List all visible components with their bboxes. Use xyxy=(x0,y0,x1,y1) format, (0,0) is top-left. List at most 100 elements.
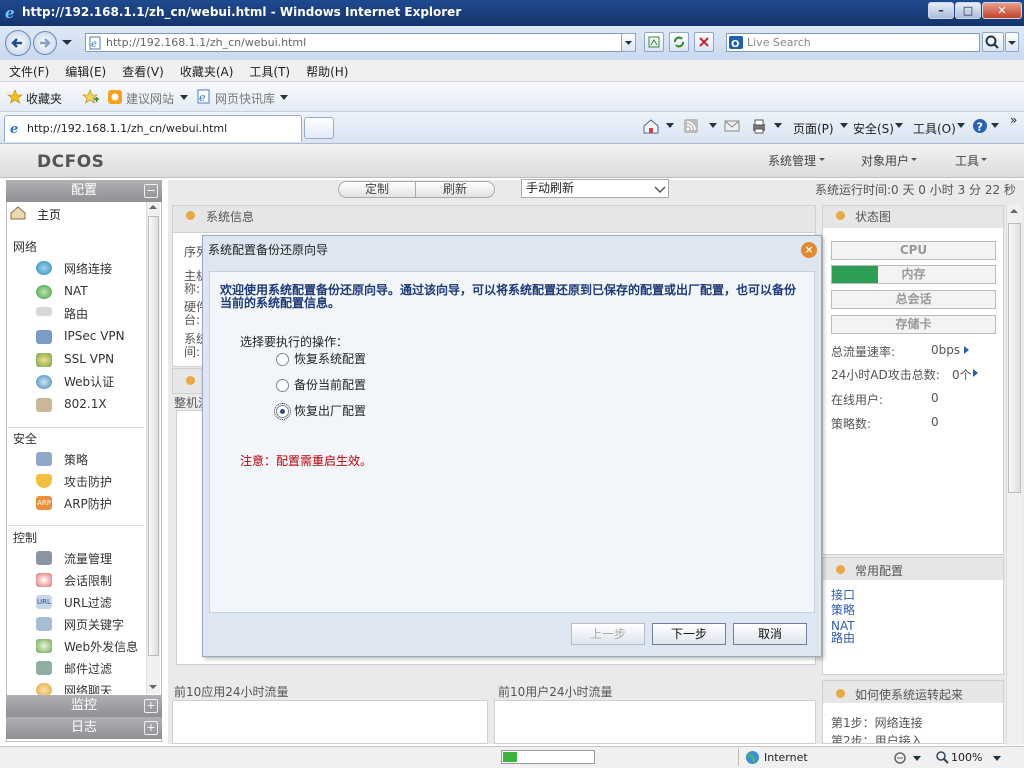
read-mail-icon[interactable] xyxy=(724,119,740,133)
sidebar-item-url-filter[interactable]: URL过滤 xyxy=(64,594,112,611)
chevron-down-icon[interactable] xyxy=(993,756,1001,762)
scroll-thumb[interactable] xyxy=(1008,223,1021,493)
chevron-down-icon[interactable] xyxy=(180,95,188,101)
maximize-button[interactable]: □ xyxy=(955,2,981,19)
scroll-up-icon[interactable] xyxy=(147,202,159,212)
sidebar-item-network-connection[interactable]: 网络连接 xyxy=(64,260,112,277)
chevron-down-icon[interactable] xyxy=(280,95,288,101)
menu-view[interactable]: 查看(V) xyxy=(113,60,171,80)
help-icon[interactable]: ? xyxy=(972,118,988,134)
chevron-down-icon[interactable] xyxy=(957,123,965,129)
chevron-down-icon[interactable] xyxy=(991,123,999,129)
customize-button[interactable]: 定制 xyxy=(338,181,416,198)
refresh-page-button[interactable]: 刷新 xyxy=(415,181,495,198)
search-options-button[interactable] xyxy=(1005,32,1019,52)
chevron-down-icon[interactable] xyxy=(774,123,782,129)
sidebar-item-ssl-vpn[interactable]: SSL VPN xyxy=(64,352,114,366)
sidebar-header-config[interactable]: 配置 − xyxy=(6,180,162,202)
howto-step-1[interactable]: 第1步：网络连接 xyxy=(831,714,923,731)
compatibility-button[interactable] xyxy=(644,32,664,52)
sidebar-item-network-chat[interactable]: 网络聊天 xyxy=(64,682,112,694)
favorites-button[interactable]: 收藏夹 xyxy=(26,90,62,107)
sidebar-item-web-outbound-info[interactable]: Web外发信息 xyxy=(64,638,138,655)
sidebar-item-traffic-management[interactable]: 流量管理 xyxy=(64,550,112,567)
page-scrollbar[interactable] xyxy=(1006,205,1022,745)
chevron-down-icon[interactable] xyxy=(709,123,717,129)
refresh-mode-select[interactable]: 手动刷新 xyxy=(521,179,669,198)
chevron-down-icon[interactable] xyxy=(895,123,903,129)
expand-icon[interactable]: + xyxy=(144,721,158,735)
search-button[interactable] xyxy=(982,32,1004,52)
sidebar-item-policy[interactable]: 策略 xyxy=(64,451,88,468)
page-menu-button[interactable]: 页面(P) xyxy=(793,120,834,137)
radio-restore-config[interactable] xyxy=(276,353,289,366)
menu-tools[interactable]: 工具 xyxy=(955,152,979,169)
refresh-button[interactable] xyxy=(669,32,689,52)
arrow-right-icon[interactable] xyxy=(973,369,979,377)
sidebar-item-home[interactable]: 主页 xyxy=(37,206,61,223)
sidebar-item-mail-filter[interactable]: 邮件过滤 xyxy=(64,660,112,677)
menu-object-users[interactable]: 对象用户 xyxy=(861,152,909,169)
menu-tools[interactable]: 工具(T) xyxy=(240,60,297,80)
close-window-button[interactable]: ✕ xyxy=(982,2,1022,19)
menu-system-management[interactable]: 系统管理 xyxy=(768,152,816,169)
scroll-up-icon[interactable] xyxy=(1007,205,1021,217)
sidebar-item-802-1x[interactable]: 802.1X xyxy=(64,397,107,411)
chevron-down-icon[interactable] xyxy=(652,181,668,197)
history-dropdown-icon[interactable] xyxy=(61,38,73,48)
dialog-close-button[interactable]: × xyxy=(801,242,817,258)
web-slice-gallery-link[interactable]: 网页快讯库 xyxy=(215,90,275,107)
option-backup-config-label[interactable]: 备份当前配置 xyxy=(294,376,366,393)
next-step-button[interactable]: 下一步 xyxy=(652,623,726,645)
sidebar-item-nat[interactable]: NAT xyxy=(64,284,88,298)
menu-favorites[interactable]: 收藏夹(A) xyxy=(171,60,241,80)
home-icon[interactable] xyxy=(642,117,660,135)
zoom-level[interactable]: 100% xyxy=(951,751,982,764)
print-icon[interactable] xyxy=(750,117,768,135)
zoom-icon[interactable] xyxy=(935,750,950,765)
scroll-thumb[interactable] xyxy=(148,216,159,656)
address-input[interactable]: http://192.168.1.1/zh_cn/webui.html xyxy=(85,33,636,52)
sidebar-scrollbar[interactable] xyxy=(146,202,160,694)
back-button[interactable] xyxy=(5,30,31,56)
sidebar-header-log[interactable]: 日志 + xyxy=(6,717,162,739)
chevron-down-icon[interactable] xyxy=(666,123,674,129)
new-tab-button[interactable] xyxy=(304,117,334,139)
sidebar-item-attack-protection[interactable]: 攻击防护 xyxy=(64,473,112,490)
search-input[interactable]: Live Search xyxy=(726,33,980,52)
address-dropdown-button[interactable] xyxy=(621,33,636,52)
menu-edit[interactable]: 编辑(E) xyxy=(56,60,113,80)
menu-help[interactable]: 帮助(H) xyxy=(297,60,355,80)
tools-menu-button[interactable]: 工具(O) xyxy=(913,120,956,137)
collapse-icon[interactable]: − xyxy=(144,184,158,198)
chevron-down-icon[interactable] xyxy=(840,123,848,129)
scroll-down-icon[interactable] xyxy=(147,682,159,692)
add-favorite-icon[interactable] xyxy=(82,89,100,105)
sidebar-item-arp-protection[interactable]: ARP防护 xyxy=(64,495,112,512)
sidebar-item-session-limit[interactable]: 会话限制 xyxy=(64,572,112,589)
safety-menu-button[interactable]: 安全(S) xyxy=(853,120,894,137)
protected-mode-icon[interactable] xyxy=(892,750,908,765)
suggested-sites-link[interactable]: 建议网站 xyxy=(126,90,174,107)
sidebar-item-ipsec-vpn[interactable]: IPSec VPN xyxy=(64,329,125,343)
sidebar-item-web-auth[interactable]: Web认证 xyxy=(64,373,114,390)
radio-factory-reset[interactable] xyxy=(274,403,291,420)
menu-file[interactable]: 文件(F) xyxy=(0,60,56,80)
minimize-button[interactable]: – xyxy=(928,2,954,19)
sidebar-header-monitor[interactable]: 监控 + xyxy=(6,695,162,717)
more-commands-button[interactable]: » xyxy=(1010,113,1017,127)
prev-step-button[interactable]: 上一步 xyxy=(571,623,645,645)
radio-backup-config[interactable] xyxy=(276,379,289,392)
option-restore-config-label[interactable]: 恢复系统配置 xyxy=(294,350,366,367)
sidebar-item-route[interactable]: 路由 xyxy=(64,305,88,322)
expand-icon[interactable]: + xyxy=(144,699,158,713)
link-policy[interactable]: 策略 xyxy=(831,604,855,617)
forward-button[interactable] xyxy=(33,31,57,55)
stop-button[interactable] xyxy=(694,32,714,52)
arrow-right-icon[interactable] xyxy=(964,346,970,354)
link-interface[interactable]: 接口 xyxy=(831,589,855,602)
sidebar-item-web-keyword[interactable]: 网页关键字 xyxy=(64,616,124,633)
cancel-button[interactable]: 取消 xyxy=(733,623,807,645)
feeds-icon[interactable] xyxy=(683,118,699,134)
chevron-down-icon[interactable] xyxy=(913,756,921,762)
